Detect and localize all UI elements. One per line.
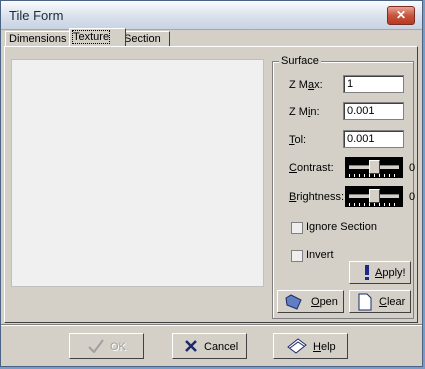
footer-divider xyxy=(1,324,422,326)
checkmark-icon xyxy=(88,339,104,353)
ok-button[interactable]: OK xyxy=(69,333,144,359)
brightness-slider[interactable] xyxy=(345,186,403,207)
help-button[interactable]: Help xyxy=(273,333,348,359)
surface-group: Surface Z Max: 1 Z Min: 0.001 Tol: 0.001… xyxy=(272,55,416,319)
clear-button[interactable]: Clear xyxy=(349,290,411,313)
blank-page-icon xyxy=(358,293,372,311)
ignore-section-checkbox[interactable] xyxy=(291,222,303,234)
contrast-slider-thumb[interactable] xyxy=(369,160,380,174)
tol-label: Tol: xyxy=(289,134,307,146)
texture-preview xyxy=(11,59,264,287)
window-title: Tile Form xyxy=(9,8,64,23)
apply-button[interactable]: Apply! xyxy=(349,261,411,284)
tab-texture[interactable]: Texture xyxy=(69,28,126,46)
zmax-field[interactable]: 1 xyxy=(343,75,404,93)
cancel-button[interactable]: Cancel xyxy=(172,333,247,359)
open-folder-icon xyxy=(285,294,302,310)
ignore-section-label: Ignore Section xyxy=(306,221,377,233)
close-button[interactable]: ✕ xyxy=(387,6,415,25)
brightness-value: 0 xyxy=(409,191,416,203)
zmin-label: Z Min: xyxy=(289,106,320,118)
client-area: Dimensions Texture Section Surface Z Max… xyxy=(1,28,422,366)
contrast-label: Contrast: xyxy=(289,162,334,174)
cancel-x-icon xyxy=(185,340,197,352)
tab-section[interactable]: Section xyxy=(120,31,170,46)
surface-group-label: Surface xyxy=(279,55,321,67)
brightness-label: Brightness: xyxy=(289,191,345,203)
tol-field[interactable]: 0.001 xyxy=(343,130,404,148)
invert-checkbox[interactable] xyxy=(291,250,303,262)
tile-form-window: Tile Form ✕ Dimensions Texture Section S… xyxy=(0,0,423,367)
texture-tab-panel: Surface Z Max: 1 Z Min: 0.001 Tol: 0.001… xyxy=(4,46,418,323)
exclamation-icon xyxy=(365,265,369,280)
tab-dimensions[interactable]: Dimensions xyxy=(5,31,75,46)
close-icon: ✕ xyxy=(395,8,407,22)
open-button[interactable]: Open xyxy=(277,290,344,313)
zmax-label: Z Max: xyxy=(289,79,323,91)
title-bar[interactable]: Tile Form ✕ xyxy=(1,1,422,30)
contrast-value: 0 xyxy=(409,162,416,174)
zmin-field[interactable]: 0.001 xyxy=(343,102,404,120)
help-book-icon xyxy=(287,338,307,354)
invert-label: Invert xyxy=(306,249,334,261)
brightness-slider-thumb[interactable] xyxy=(369,189,380,203)
contrast-slider[interactable] xyxy=(345,157,403,178)
